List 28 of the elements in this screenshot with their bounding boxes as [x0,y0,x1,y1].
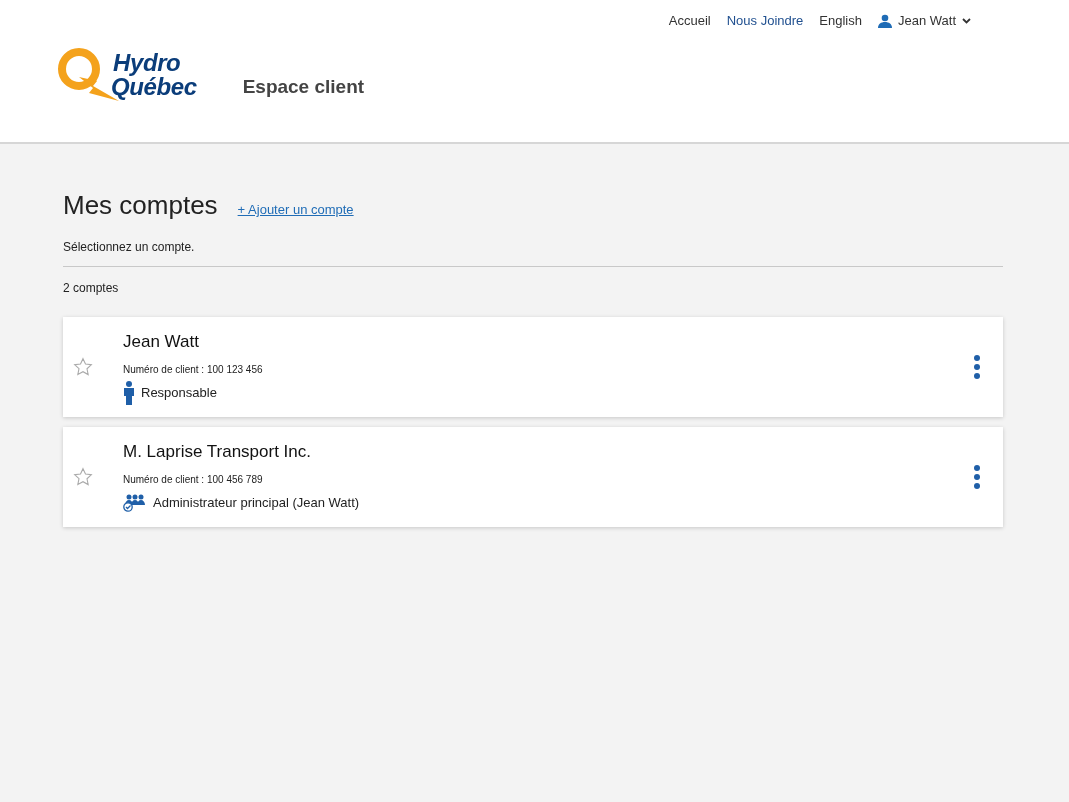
page-title: Mes comptes [63,189,218,222]
user-icon [877,13,892,28]
more-options-icon[interactable] [973,355,981,379]
more-options-icon[interactable] [973,465,981,489]
logo-text: Hydro [113,50,181,75]
account-name: Jean Watt [123,331,200,354]
add-account-link[interactable]: + Ajouter un compte [237,200,354,220]
favorite-star-icon[interactable] [73,357,93,377]
nav-link[interactable]: Accueil [668,11,711,31]
logo[interactable]: Hydro Québec [57,46,197,103]
client-number: Numéro de client : 100 123 456 [123,362,264,377]
user-menu[interactable]: Jean Watt [877,11,971,31]
account-name: M. Laprise Transport Inc. [123,441,313,464]
site-title: Espace client [242,75,365,99]
nav-link[interactable]: Nous Joindre [726,11,804,31]
person-icon [123,380,135,405]
chevron-down-icon [962,17,971,24]
logo-text: Québec [111,74,197,99]
account-role: Responsable [141,384,217,402]
account-role: Administrateur principal (Jean Watt) [153,494,360,512]
client-number: Numéro de client : 100 456 789 [123,472,264,487]
group-check-icon [123,493,147,512]
account-count: 2 comptes [63,280,120,297]
favorite-star-icon[interactable] [73,467,93,487]
instruction-text: Sélectionnez un compte. [63,238,1003,267]
nav-link[interactable]: English [819,11,862,31]
account-card[interactable]: Jean Watt Numéro de client : 100 123 456 Responsable [63,317,1003,417]
account-card[interactable]: M. Laprise Transport Inc. Numéro de client : 100 456 789 Administrateur principal (Jean Watt) [63,427,1003,527]
